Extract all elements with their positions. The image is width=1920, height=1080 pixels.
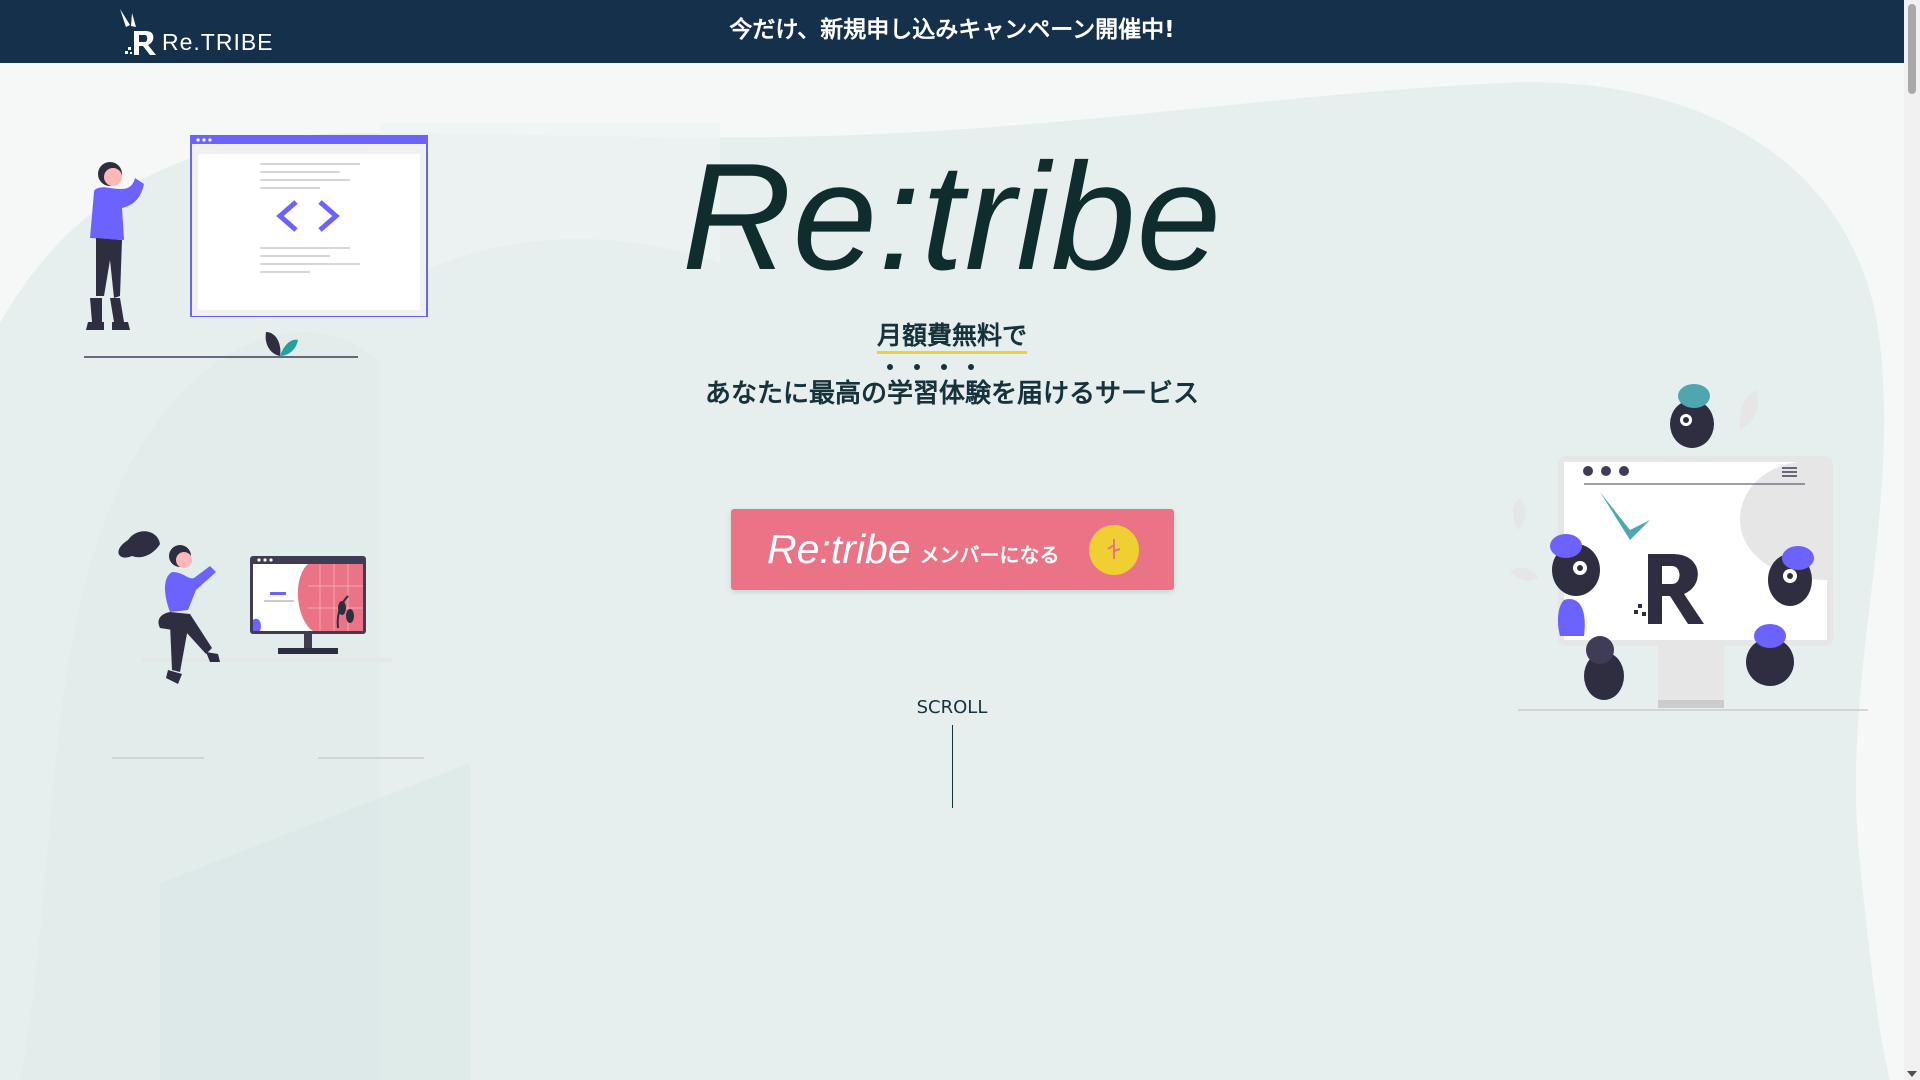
hero-tagline-service: あなたに最高の学習体験を届けるサービス — [704, 379, 1199, 409]
woman-at-monitor-illustration — [112, 531, 424, 759]
cta-brand-text: Re:tribe — [767, 526, 911, 572]
monsters-logo-illustration — [1510, 384, 1868, 711]
campaign-announcement[interactable]: 今だけ、新規申し込みキャンペーン開催中! — [0, 0, 1904, 60]
tagline-free-text: 月額費無料で — [876, 321, 1027, 354]
scroll-down-arrow-icon[interactable] — [1907, 1071, 1917, 1077]
top-announcement-bar: Re.TRIBE 今だけ、新規申し込みキャンペーン開催中! — [0, 0, 1904, 63]
cta-label: メンバーになる — [919, 543, 1060, 567]
scroll-indicator-line — [952, 725, 953, 808]
become-member-button[interactable]: Re:tribe メンバーになる — [731, 509, 1174, 590]
page-scrollbar[interactable] — [1904, 0, 1920, 1080]
hero-tagline-free: 月額費無料で — [0, 316, 1904, 354]
hero-brand-title: Re:tribe — [681, 132, 1223, 302]
arrow-down-icon — [1089, 525, 1139, 575]
scrollbar-thumb[interactable] — [1908, 4, 1916, 94]
scroll-indicator-label: SCROLL — [916, 697, 988, 718]
emphasis-dots — [887, 364, 974, 370]
